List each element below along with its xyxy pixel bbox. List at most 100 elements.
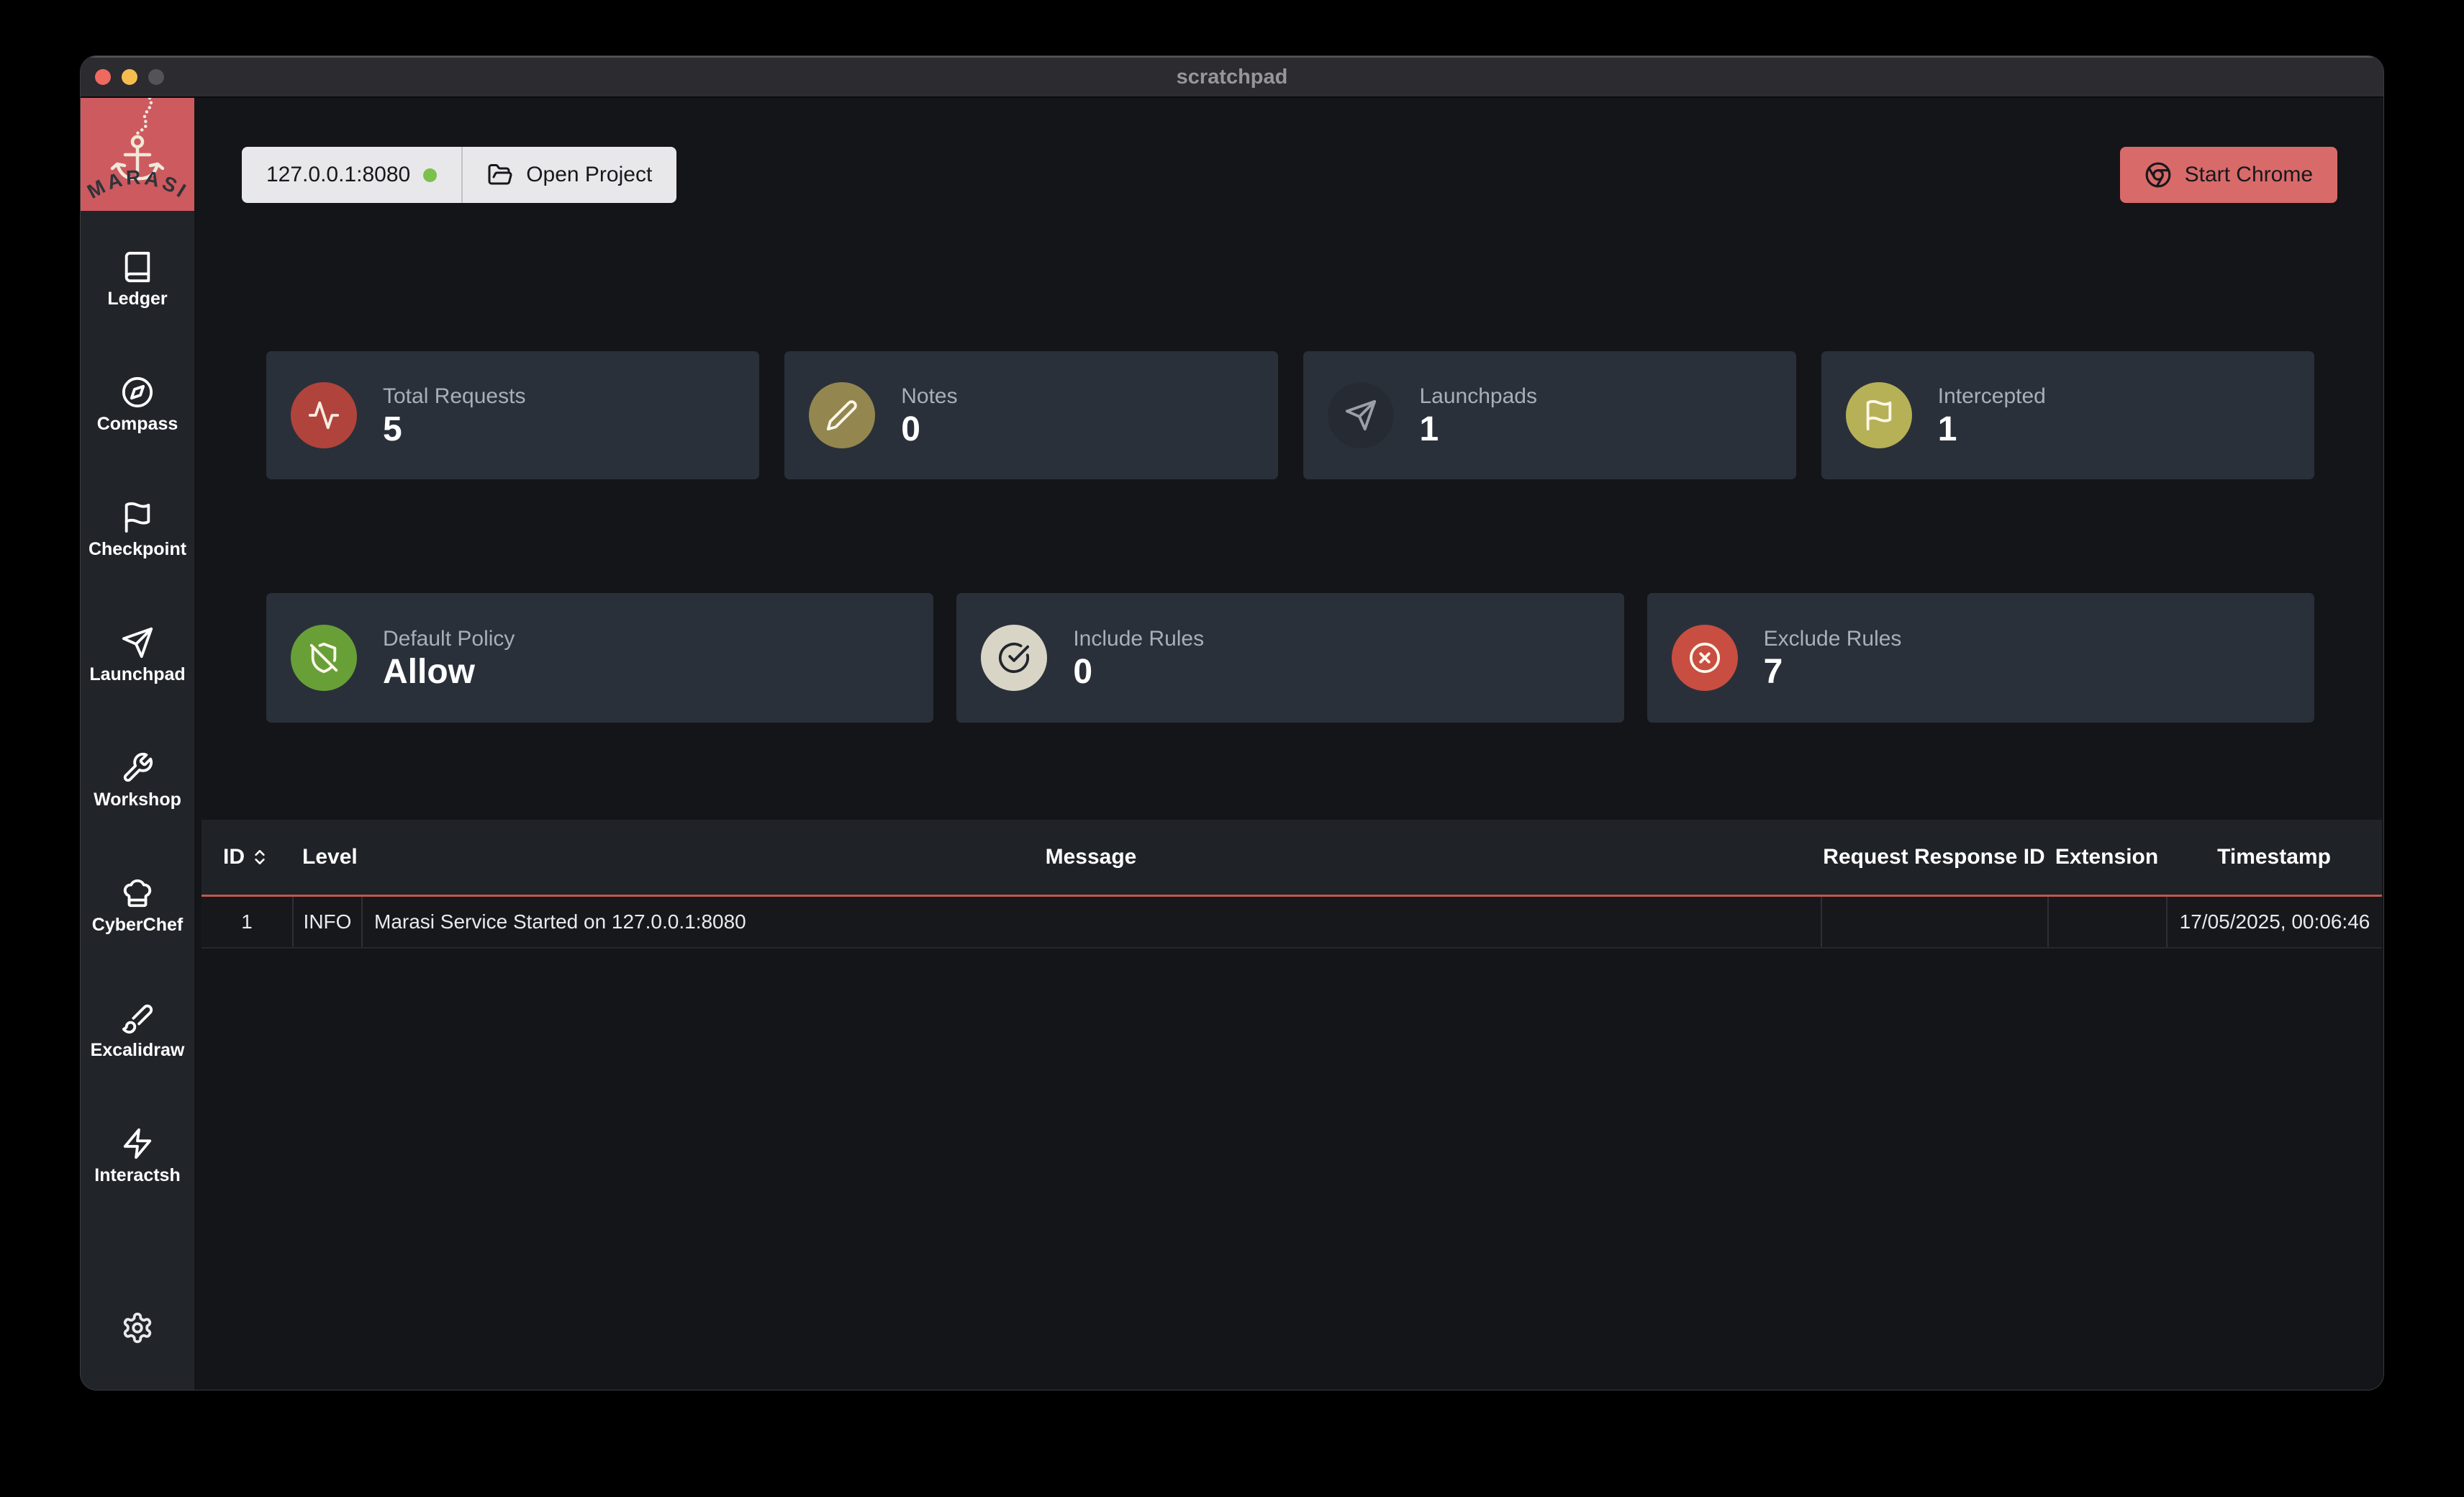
window-title: scratchpad	[1177, 65, 1288, 89]
stat-value: 1	[1938, 412, 2046, 447]
traffic-lights	[95, 58, 164, 96]
zoom-window-button[interactable]	[148, 69, 164, 85]
log-table-row[interactable]: 1 INFO Marasi Service Started on 127.0.0…	[201, 895, 2382, 949]
stat-value: 0	[901, 412, 957, 447]
app-window: scratchpad MARASI	[81, 56, 2383, 1390]
x-circle-icon	[1672, 625, 1738, 691]
log-table: ID Level Message Request Response ID Ext…	[201, 820, 2382, 949]
column-label: Level	[302, 845, 358, 869]
scope-label: Default Policy	[383, 627, 515, 651]
stat-card-total-requests: Total Requests 5	[266, 351, 759, 479]
cell-id: 1	[201, 897, 292, 947]
sidebar-item-launchpad[interactable]: Launchpad	[81, 626, 194, 685]
activity-icon	[291, 382, 357, 448]
svg-text:MARASI: MARASI	[83, 166, 192, 204]
pencil-icon	[809, 382, 875, 448]
sidebar-item-excalidraw[interactable]: Excalidraw	[81, 1002, 194, 1061]
column-label: Request Response ID	[1823, 845, 2044, 869]
sidebar-item-interactsh[interactable]: Interactsh	[81, 1127, 194, 1186]
cell-timestamp: 17/05/2025, 00:06:46	[2166, 897, 2382, 947]
column-header-message: Message	[361, 845, 1821, 869]
column-label: Timestamp	[2217, 845, 2331, 869]
sidebar-item-label: Checkpoint	[89, 539, 186, 560]
sidebar-item-label: Compass	[97, 414, 178, 435]
sidebar-item-label: CyberChef	[92, 915, 183, 936]
cell-message: Marasi Service Started on 127.0.0.1:8080	[361, 897, 1821, 947]
sidebar-item-label: Interactsh	[94, 1165, 180, 1186]
cell-level: INFO	[292, 897, 361, 947]
sidebar-item-cyberchef[interactable]: CyberChef	[81, 877, 194, 936]
compass-icon	[121, 376, 154, 409]
sort-icon	[250, 848, 269, 867]
sidebar-item-label: Workshop	[94, 790, 181, 810]
stat-label: Intercepted	[1938, 384, 2046, 409]
sidebar-item-label: Excalidraw	[91, 1040, 185, 1061]
scope-value: 0	[1073, 655, 1204, 689]
dashboard-stats-row: Total Requests 5 Notes 0	[266, 351, 2314, 479]
column-header-extension: Extension	[2047, 845, 2166, 869]
zap-icon	[121, 1127, 154, 1160]
stat-card-intercepted: Intercepted 1	[1821, 351, 2314, 479]
scope-card-include-rules: Include Rules 0	[956, 593, 1623, 723]
column-label: Extension	[2055, 845, 2158, 869]
send-icon	[121, 626, 154, 659]
log-table-header: ID Level Message Request Response ID Ext…	[201, 820, 2382, 895]
proxy-address: 127.0.0.1:8080	[266, 163, 410, 187]
marasi-logo: MARASI	[81, 98, 194, 211]
book-icon	[121, 250, 154, 284]
settings-button[interactable]	[121, 1311, 154, 1348]
scope-label: Exclude Rules	[1764, 627, 1902, 651]
scope-label: Include Rules	[1073, 627, 1204, 651]
proxy-toolbar: 127.0.0.1:8080 Open Project	[242, 147, 676, 203]
flag-icon	[121, 501, 154, 534]
stat-label: Launchpads	[1420, 384, 1537, 409]
check-circle-icon	[981, 625, 1047, 691]
scope-value: Allow	[383, 655, 515, 689]
start-chrome-button[interactable]: Start Chrome	[2120, 147, 2337, 203]
scope-card-exclude-rules: Exclude Rules 7	[1647, 593, 2314, 723]
stat-value: 5	[383, 412, 525, 447]
scope-cards-row: Default Policy Allow Include Rules 0	[266, 593, 2314, 723]
stat-label: Total Requests	[383, 384, 525, 409]
sidebar-item-workshop[interactable]: Workshop	[81, 751, 194, 810]
column-header-timestamp: Timestamp	[2166, 845, 2382, 869]
open-project-button[interactable]: Open Project	[463, 147, 676, 203]
column-label: Message	[1046, 845, 1137, 869]
proxy-address-button[interactable]: 127.0.0.1:8080	[242, 147, 461, 203]
close-window-button[interactable]	[95, 69, 111, 85]
minimize-window-button[interactable]	[122, 69, 137, 85]
wrench-icon	[121, 751, 154, 784]
open-project-label: Open Project	[526, 163, 652, 187]
start-chrome-label: Start Chrome	[2185, 163, 2313, 187]
scope-card-default-policy: Default Policy Allow	[266, 593, 933, 723]
column-header-level: Level	[292, 845, 361, 869]
sidebar-nav: Ledger Compass Checkpoint Launchpad	[81, 250, 194, 1186]
brush-icon	[121, 1002, 154, 1035]
sidebar-item-compass[interactable]: Compass	[81, 376, 194, 435]
titlebar: scratchpad	[81, 56, 2383, 98]
shield-off-icon	[291, 625, 357, 691]
column-header-request-response-id: Request Response ID	[1821, 845, 2047, 869]
sidebar-item-checkpoint[interactable]: Checkpoint	[81, 501, 194, 560]
stat-value: 1	[1420, 412, 1537, 447]
brand-name: MARASI	[83, 166, 192, 204]
cell-request-response-id	[1821, 897, 2047, 947]
chrome-icon	[2144, 161, 2172, 189]
stat-card-notes: Notes 0	[784, 351, 1277, 479]
flag-icon	[1846, 382, 1912, 448]
send-icon	[1328, 382, 1394, 448]
proxy-status-dot	[423, 168, 437, 182]
gear-icon	[121, 1311, 154, 1344]
column-header-id[interactable]: ID	[201, 845, 292, 869]
sidebar-item-label: Launchpad	[89, 664, 185, 685]
folder-open-icon	[487, 162, 513, 188]
stat-label: Notes	[901, 384, 957, 409]
stat-card-launchpads: Launchpads 1	[1303, 351, 1796, 479]
chain-graphic	[137, 98, 151, 135]
scope-value: 7	[1764, 655, 1902, 689]
cell-extension	[2047, 897, 2166, 947]
sidebar: MARASI Ledger Compass	[81, 98, 194, 1390]
sidebar-item-ledger[interactable]: Ledger	[81, 250, 194, 309]
sidebar-item-label: Ledger	[107, 289, 167, 309]
column-label: ID	[223, 845, 245, 869]
